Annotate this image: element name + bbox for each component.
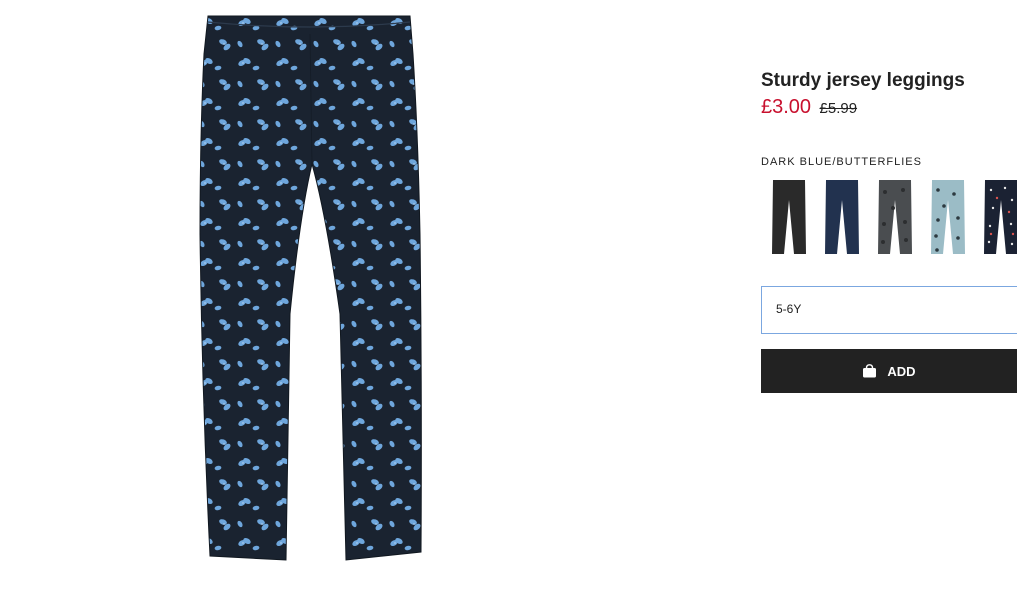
add-button-label: ADD (887, 363, 916, 379)
color-swatches (761, 178, 1017, 260)
size-select[interactable]: 5-6Y (761, 286, 1017, 334)
product-title: Sturdy jersey leggings (761, 70, 965, 91)
swatch-black[interactable] (767, 178, 811, 256)
size-select-value: 5-6Y (776, 302, 802, 316)
product-page: Sturdy jersey leggings £3.00 £5.99 DARK … (0, 0, 1017, 605)
original-price: £5.99 (819, 100, 858, 117)
shopping-bag-icon (862, 364, 877, 378)
swatch-dark-blue[interactable] (820, 178, 864, 256)
swatch-turquoise-stars[interactable] (926, 178, 970, 256)
product-image (199, 15, 422, 561)
swatch-dark-grey-stars[interactable] (873, 178, 917, 256)
product-info: Sturdy jersey leggings £3.00 £5.99 DARK … (761, 70, 1017, 393)
swatch-dark-blue-spots[interactable] (979, 178, 1017, 256)
add-to-bag-button[interactable]: ADD (761, 349, 1017, 393)
selected-color-name: DARK BLUE/BUTTERFLIES (761, 156, 922, 168)
price-row: £3.00 £5.99 (761, 96, 1017, 120)
sale-price: £3.00 (761, 96, 812, 118)
